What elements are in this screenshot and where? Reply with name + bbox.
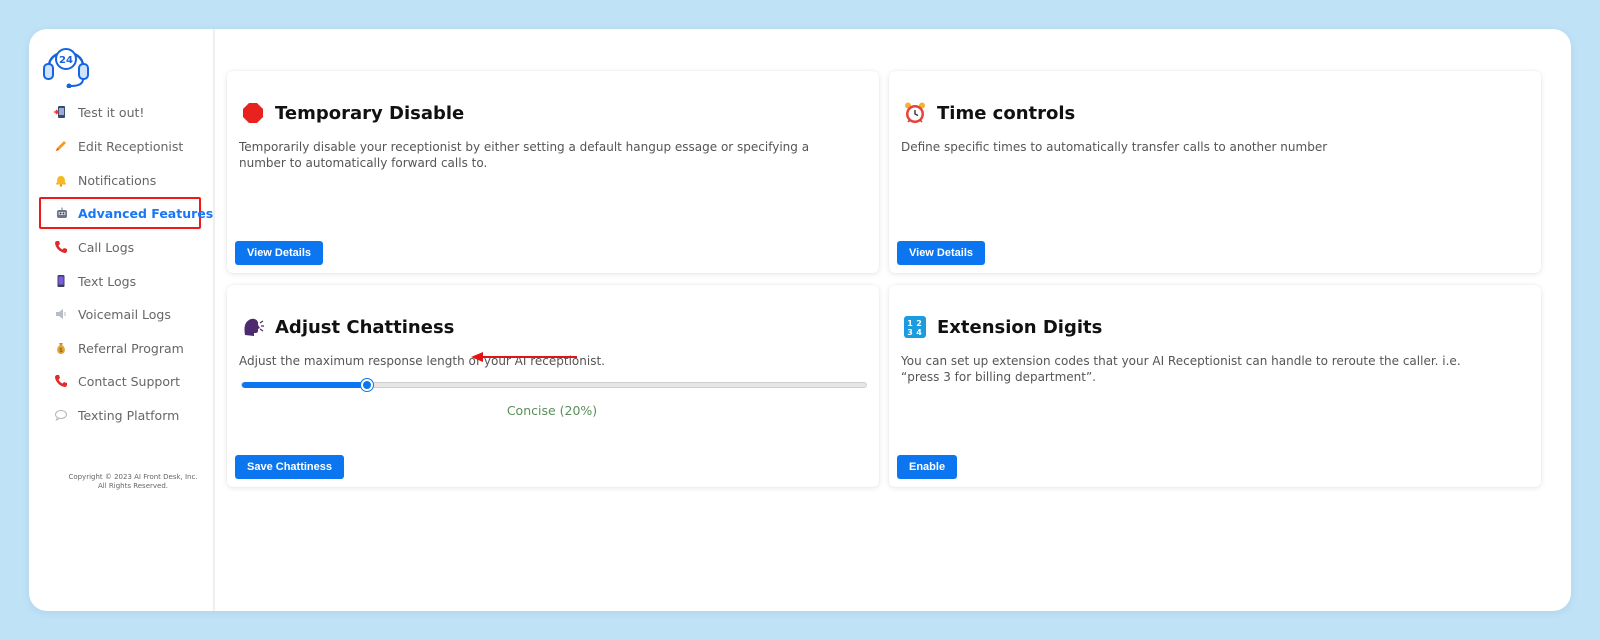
headset-24-logo[interactable]: 24: [40, 36, 92, 89]
sidebar-item-call-logs[interactable]: Call Logs: [39, 232, 201, 262]
card-header: Adjust Chattiness: [241, 315, 454, 339]
speech-bubble-icon: [53, 407, 69, 423]
speaker-icon: [53, 306, 69, 322]
alarm-clock-icon: [903, 101, 927, 125]
sidebar-item-label: Text Logs: [78, 273, 137, 289]
phone-icon: [53, 104, 69, 120]
sidebar-item-advanced-features[interactable]: Advanced Features: [39, 197, 213, 229]
view-details-button[interactable]: View Details: [235, 241, 323, 265]
stop-sign-icon: [241, 101, 265, 125]
sidebar-item-label: Voicemail Logs: [78, 306, 171, 322]
sidebar-item-test-it-out[interactable]: Test it out!: [39, 97, 201, 127]
enable-button[interactable]: Enable: [897, 455, 958, 479]
slider-value-label: Concise (20%): [506, 403, 598, 418]
copyright-text: Copyright © 2023 AI Front Desk, Inc. All…: [63, 473, 203, 491]
sidebar-item-label: Advanced Features: [78, 205, 214, 221]
sidebar-item-label: Notifications: [78, 172, 157, 188]
sidebar-item-label: Texting Platform: [78, 407, 180, 423]
sidebar-item-texting-platform[interactable]: Texting Platform: [39, 400, 201, 430]
speaking-head-icon: [241, 315, 265, 339]
card-description: Define specific times to automatically t…: [901, 140, 1328, 154]
phone-receiver-icon: [53, 373, 69, 389]
svg-text:1: 1: [907, 319, 913, 328]
card-title: Temporary Disable: [275, 102, 465, 124]
pencil-icon: [53, 138, 69, 154]
sidebar-item-text-logs[interactable]: Text Logs: [39, 266, 201, 296]
sidebar-item-label: Test it out!: [78, 104, 145, 120]
card-header: Temporary Disable: [241, 101, 464, 125]
card-title: Adjust Chattiness: [275, 316, 455, 338]
view-details-button[interactable]: View Details: [897, 241, 985, 265]
card-title: Extension Digits: [937, 316, 1103, 338]
card-header: 1234 Extension Digits: [903, 315, 1102, 339]
svg-text:3: 3: [907, 328, 913, 337]
sidebar-item-label: Call Logs: [78, 239, 135, 255]
card-description: You can set up extension codes that your…: [901, 354, 1461, 384]
adjust-chattiness-card: Adjust Chattiness Adjust the maximum res…: [227, 285, 879, 487]
slider-thumb[interactable]: [360, 379, 373, 391]
svg-text:2: 2: [916, 319, 922, 328]
svg-text:$: $: [59, 347, 63, 354]
temporary-disable-card: Temporary Disable Temporarily disable yo…: [227, 71, 879, 273]
sidebar-item-referral-program[interactable]: $ Referral Program: [39, 333, 201, 363]
robot-icon: [55, 205, 69, 221]
sidebar-item-label: Contact Support: [78, 373, 181, 389]
sidebar: 24 Test it out! Edit Receptionist Notifi…: [29, 29, 215, 611]
sidebar-item-notifications[interactable]: Notifications: [39, 165, 201, 195]
card-description: Temporarily disable your receptionist by…: [239, 140, 810, 170]
time-controls-card: Time controls Define specific times to a…: [889, 71, 1541, 273]
numbers-1234-icon: 1234: [903, 315, 927, 339]
app-window: 24 Test it out! Edit Receptionist Notifi…: [29, 29, 1571, 611]
slider-fill: [242, 382, 367, 388]
svg-text:24: 24: [59, 55, 73, 66]
save-chattiness-button[interactable]: Save Chattiness: [235, 455, 344, 479]
card-header: Time controls: [903, 101, 1075, 125]
sidebar-item-label: Edit Receptionist: [78, 138, 184, 154]
sidebar-item-edit-receptionist[interactable]: Edit Receptionist: [39, 131, 201, 161]
sidebar-item-label: Referral Program: [78, 340, 184, 356]
copyright-line: Copyright © 2023 AI Front Desk, Inc.: [68, 473, 198, 481]
phone-receiver-icon: [53, 239, 69, 255]
bell-icon: [53, 172, 69, 188]
svg-text:4: 4: [916, 328, 922, 337]
card-title: Time controls: [937, 102, 1076, 124]
mobile-phone-icon: [53, 273, 69, 289]
copyright-line: All Rights Reserved.: [97, 482, 168, 490]
extension-digits-card: 1234 Extension Digits You can set up ext…: [889, 285, 1541, 487]
sidebar-item-voicemail-logs[interactable]: Voicemail Logs: [39, 299, 201, 329]
sidebar-item-contact-support[interactable]: Contact Support: [39, 366, 201, 396]
annotation-arrow: [471, 352, 577, 362]
chattiness-slider[interactable]: [241, 379, 867, 391]
money-bag-icon: $: [53, 340, 69, 356]
